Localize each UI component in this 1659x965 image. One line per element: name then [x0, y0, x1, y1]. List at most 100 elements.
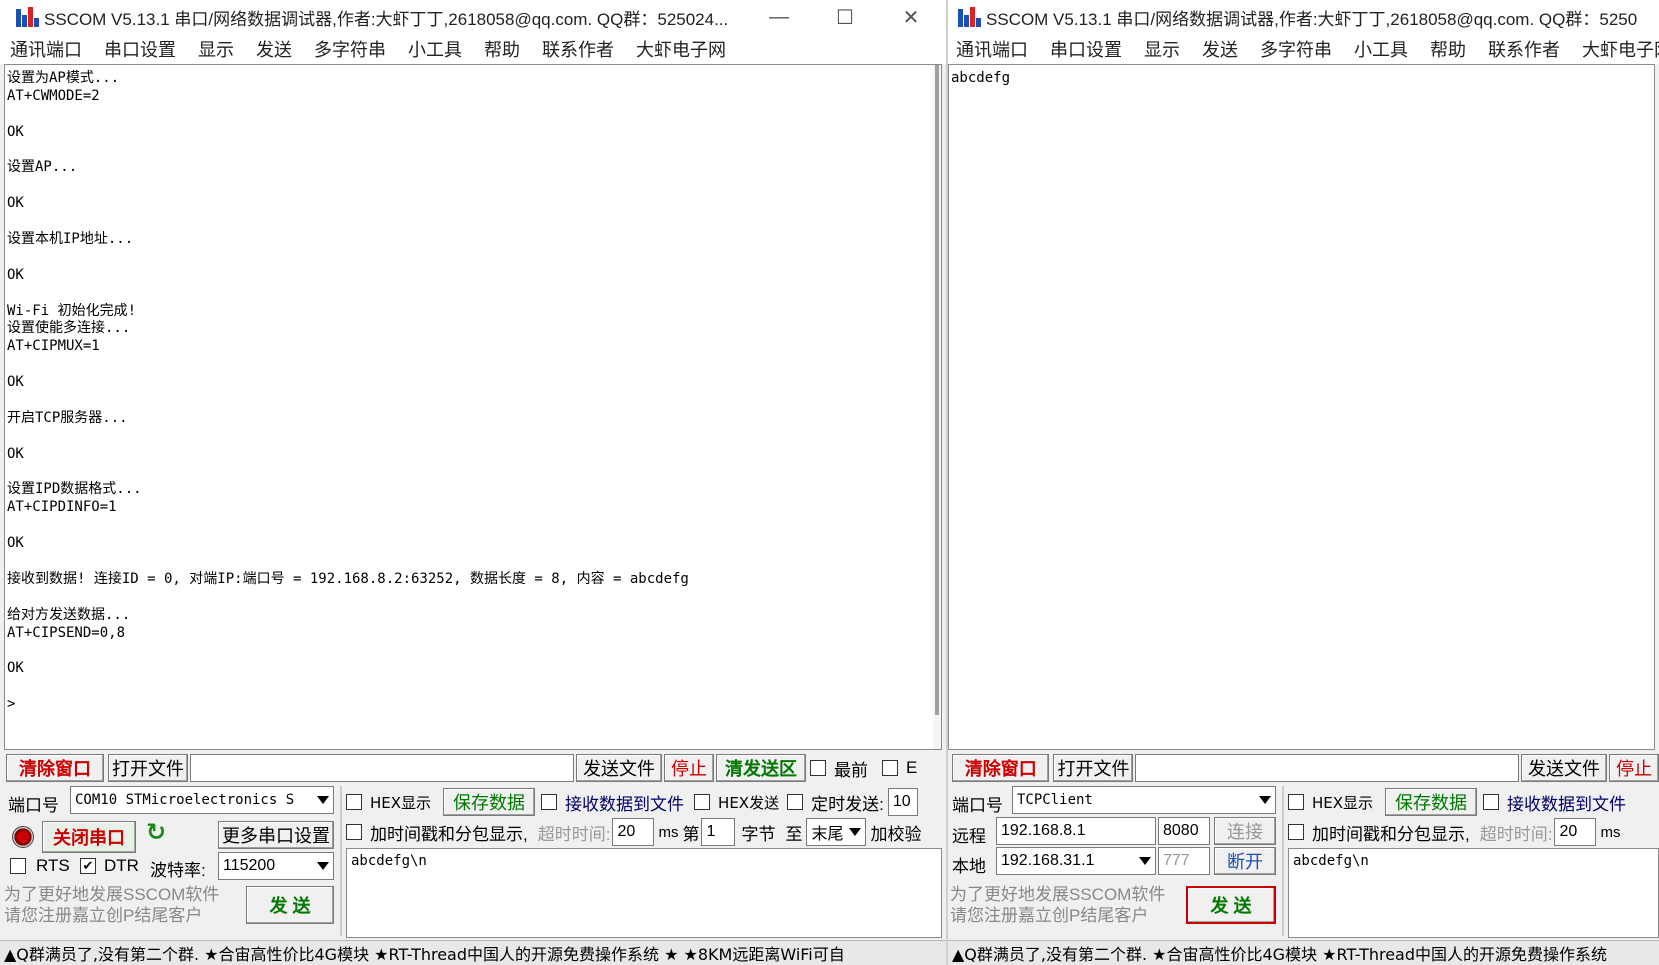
- promo-line-2: 请您注册嘉立创P结尾客户: [4, 906, 203, 925]
- hex-display-checkbox[interactable]: [1288, 794, 1304, 810]
- remote-ip-input[interactable]: 192.168.8.1: [996, 817, 1156, 845]
- menu-comm-port[interactable]: 通讯端口: [956, 36, 1028, 62]
- menu-website[interactable]: 大虾电子网: [1582, 36, 1659, 62]
- file-path-input[interactable]: [1135, 754, 1519, 782]
- receive-line: AT+CWMODE=2: [7, 87, 100, 104]
- menu-contact[interactable]: 联系作者: [542, 36, 614, 62]
- hex-display-label: HEX显示: [370, 793, 432, 812]
- close-icon[interactable]: ✕: [888, 0, 934, 34]
- maximize-icon[interactable]: ☐: [822, 0, 868, 34]
- save-data-button[interactable]: 保存数据: [443, 788, 536, 816]
- scrollbar[interactable]: [933, 65, 941, 749]
- ms-label: ms: [658, 823, 679, 841]
- send-text: abcdefg\n: [351, 853, 427, 869]
- send-file-button[interactable]: 发送文件: [576, 754, 662, 782]
- send-button[interactable]: 发 送: [246, 886, 334, 924]
- rts-checkbox[interactable]: [10, 858, 26, 874]
- stop-button[interactable]: 停止: [1609, 754, 1659, 782]
- open-file-button[interactable]: 打开文件: [1053, 754, 1134, 782]
- timeout-input[interactable]: 20: [1554, 818, 1597, 846]
- scroll-thumb[interactable]: [935, 65, 939, 715]
- menu-multi-string[interactable]: 多字符串: [1260, 36, 1332, 62]
- timeout-label: 超时时间:: [537, 824, 611, 844]
- baud-select[interactable]: 115200: [218, 852, 334, 880]
- timeout-input[interactable]: 20: [612, 818, 655, 846]
- trailing-checkbox[interactable]: [882, 760, 898, 776]
- receive-line: [5, 106, 941, 124]
- receive-line: 接收到数据! 连接ID = 0, 对端IP:端口号 = 192.168.8.2:…: [7, 570, 689, 587]
- menu-serial-settings[interactable]: 串口设置: [1050, 36, 1122, 62]
- receive-line: [5, 177, 941, 195]
- menu-contact[interactable]: 联系作者: [1488, 36, 1560, 62]
- sscom-app-icon: [14, 5, 40, 29]
- file-path-input[interactable]: [190, 754, 574, 782]
- port-select[interactable]: TCPClient: [1012, 786, 1276, 814]
- refresh-icon[interactable]: ↻: [146, 818, 166, 847]
- send-file-button[interactable]: 发送文件: [1521, 754, 1607, 782]
- nth-byte-input[interactable]: 1: [701, 818, 736, 846]
- promo-line-2: 请您注册嘉立创P结尾客户: [950, 906, 1149, 925]
- timed-send-input[interactable]: 10: [887, 788, 918, 816]
- receive-area[interactable]: 设置为AP模式... AT+CWMODE=2 OK 设置AP... OK 设置本机IP地址…: [4, 64, 942, 750]
- local-label: 本地: [952, 857, 986, 876]
- connect-button[interactable]: 连接: [1214, 817, 1276, 845]
- menu-help[interactable]: 帮助: [1430, 36, 1466, 62]
- send-button[interactable]: 发 送: [1186, 886, 1276, 924]
- open-file-button[interactable]: 打开文件: [108, 754, 188, 782]
- close-port-button[interactable]: 关闭串口: [42, 821, 136, 853]
- minimize-icon[interactable]: —: [756, 0, 802, 34]
- menu-website[interactable]: 大虾电子网: [636, 36, 726, 62]
- local-port-input[interactable]: 777: [1158, 847, 1210, 875]
- receive-line: [5, 356, 941, 374]
- receive-line: [5, 678, 941, 696]
- menu-send[interactable]: 发送: [256, 36, 292, 62]
- save-data-button[interactable]: 保存数据: [1385, 788, 1478, 816]
- hex-send-checkbox[interactable]: [694, 794, 711, 810]
- send-text-area[interactable]: abcdefg\n: [346, 848, 942, 938]
- tail-select[interactable]: 末尾: [806, 818, 867, 846]
- timeout-label: 超时时间:: [1479, 824, 1553, 844]
- more-serial-settings-button[interactable]: 更多串口设置: [218, 821, 334, 849]
- recv-to-file-label[interactable]: 接收数据到文件: [1507, 790, 1626, 815]
- menu-multi-string[interactable]: 多字符串: [314, 36, 386, 62]
- recv-to-file-checkbox[interactable]: [541, 794, 558, 810]
- clear-send-area-button[interactable]: 清发送区: [716, 754, 806, 782]
- hex-display-checkbox[interactable]: [346, 794, 362, 810]
- receive-line: [5, 285, 941, 303]
- topmost-checkbox[interactable]: [810, 760, 826, 776]
- port-select[interactable]: COM10 STMicroelectronics S: [70, 786, 334, 814]
- receive-line: [5, 553, 941, 571]
- recv-to-file-checkbox[interactable]: [1483, 794, 1500, 810]
- port-select-value: TCPClient: [1017, 792, 1093, 808]
- menu-tools[interactable]: 小工具: [408, 36, 462, 62]
- clear-window-button[interactable]: 清除窗口: [952, 754, 1050, 782]
- timed-send-checkbox[interactable]: [787, 794, 804, 810]
- menu-send[interactable]: 发送: [1202, 36, 1238, 62]
- local-ip-select[interactable]: 192.168.31.1: [996, 847, 1156, 875]
- stop-button[interactable]: 停止: [664, 754, 714, 782]
- menu-comm-port[interactable]: 通讯端口: [10, 36, 82, 62]
- menu-display[interactable]: 显示: [198, 36, 234, 62]
- receive-line: [5, 142, 941, 160]
- clear-window-button[interactable]: 清除窗口: [6, 754, 104, 782]
- dtr-checkbox[interactable]: ✔: [80, 858, 96, 874]
- local-ip-value: 192.168.31.1: [1001, 852, 1095, 869]
- timestamp-checkbox[interactable]: [1288, 824, 1304, 840]
- remote-port-input[interactable]: 8080: [1158, 817, 1210, 845]
- port-label: 端口号: [8, 796, 59, 815]
- recv-to-file-label[interactable]: 接收数据到文件: [565, 790, 684, 815]
- dtr-label: DTR: [104, 856, 139, 875]
- menu-serial-settings[interactable]: 串口设置: [104, 36, 176, 62]
- menu-tools[interactable]: 小工具: [1354, 36, 1408, 62]
- menu-help[interactable]: 帮助: [484, 36, 520, 62]
- timestamp-label: 加时间戳和分包显示,: [1312, 824, 1470, 844]
- disconnect-button[interactable]: 断开: [1214, 847, 1276, 875]
- receive-line: abcdefg: [951, 70, 1011, 86]
- timestamp-checkbox[interactable]: [346, 824, 362, 840]
- receive-log: abcdefg: [949, 65, 1654, 88]
- receive-area[interactable]: abcdefg: [948, 64, 1655, 750]
- receive-line: OK: [7, 445, 24, 462]
- menu-display[interactable]: 显示: [1144, 36, 1180, 62]
- send-text-area[interactable]: abcdefg\n: [1288, 848, 1659, 938]
- port-label: 端口号: [952, 796, 1003, 815]
